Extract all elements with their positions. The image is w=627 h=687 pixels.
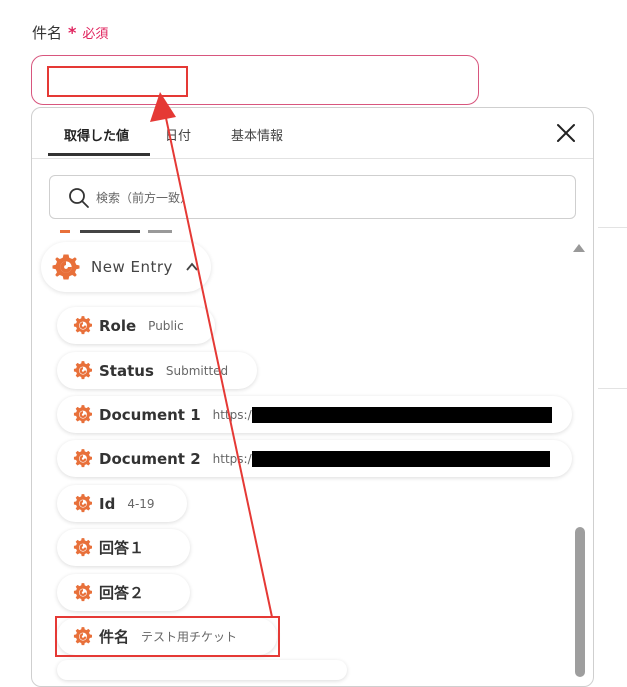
gear-icon [52, 254, 80, 280]
redacted-value [251, 450, 550, 467]
tab-acquired-values[interactable]: 取得した値 [64, 125, 129, 144]
scroll-up-arrow[interactable] [573, 244, 585, 252]
item-key: 回答２ [99, 584, 145, 602]
annotation-box-item [55, 616, 280, 657]
item-key: Document 1 [99, 405, 201, 424]
tab-bar: 取得した値 日付 基本情報 [32, 108, 593, 159]
annotation-box-input [47, 66, 188, 97]
group-title: New Entry [91, 258, 173, 276]
gear-icon [73, 360, 93, 379]
list-item-next[interactable] [57, 660, 347, 680]
item-value: https:/ [212, 407, 252, 422]
active-tab-indicator [48, 153, 150, 156]
item-value: Submitted [165, 363, 229, 378]
item-value: https:/ [212, 451, 252, 466]
search-input[interactable] [94, 185, 558, 211]
list-item-id[interactable]: Id 4-19 [57, 485, 187, 522]
gear-icon [73, 315, 93, 334]
background-divider [598, 227, 627, 228]
required-star: * [68, 23, 77, 42]
item-key: 回答１ [99, 539, 145, 557]
background-divider [598, 388, 627, 389]
list-item-status[interactable]: Status Submitted [57, 352, 257, 389]
tab-basic-info[interactable]: 基本情報 [231, 125, 283, 144]
gear-icon [73, 404, 93, 423]
item-value: Public [148, 318, 184, 333]
group-new-entry[interactable]: New Entry [41, 242, 211, 292]
gear-icon [73, 582, 93, 601]
scrollbar-thumb[interactable] [575, 527, 585, 677]
list-item-role[interactable]: Role Public [57, 307, 215, 344]
gear-icon [73, 493, 93, 512]
field-label: 件名 * 必須 [32, 22, 108, 43]
tab-date[interactable]: 日付 [165, 125, 191, 144]
list-item-answer-2[interactable]: 回答２ [57, 574, 190, 611]
item-key: Status [99, 361, 154, 380]
item-key: Id [99, 494, 116, 513]
list-item-answer-1[interactable]: 回答１ [57, 529, 190, 566]
list-item-document-2[interactable]: Document 2 https:/ [57, 440, 572, 477]
chevron-up-icon[interactable] [185, 260, 199, 274]
close-icon[interactable] [553, 120, 579, 146]
redacted-value [251, 406, 552, 423]
search-icon [69, 188, 89, 208]
field-label-text: 件名 [32, 24, 63, 42]
item-key: Document 2 [99, 449, 201, 468]
required-text: 必須 [82, 27, 109, 42]
item-key: Role [99, 316, 137, 335]
gear-icon [73, 448, 93, 467]
search-box [49, 175, 576, 219]
list-item-document-1[interactable]: Document 1 https:/ [57, 396, 572, 433]
gear-icon [73, 537, 93, 556]
item-value: 4-19 [127, 496, 155, 511]
